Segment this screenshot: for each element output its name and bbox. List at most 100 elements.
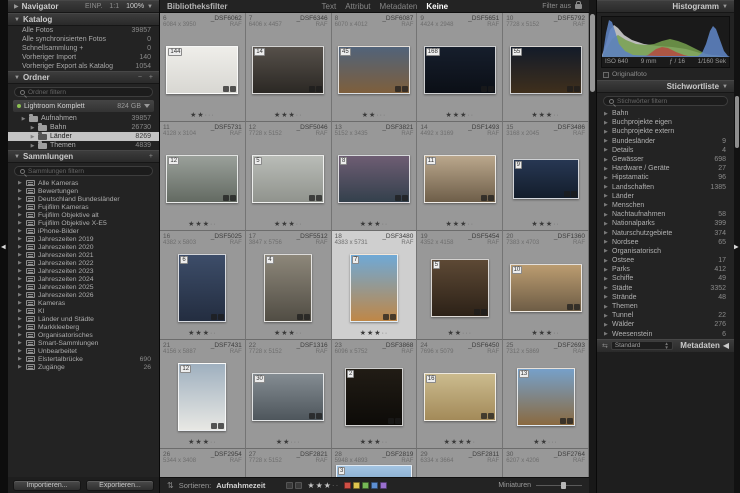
grid-cell-19[interactable]: 19 _DSF5454 4352 x 4158 RAF 5 ★★···	[417, 231, 504, 340]
grid-cell-23[interactable]: 23 _DSF3868 6096 x 5752 RAF 2 ★★★··	[331, 340, 418, 449]
collection-item[interactable]: ▶ Deutschland Bundesländer	[8, 195, 159, 203]
grid-scrollbar-thumb[interactable]	[590, 14, 595, 92]
disclosure-triangle-icon[interactable]: ▶	[18, 364, 23, 370]
disclosure-triangle-icon[interactable]: ▶	[21, 116, 26, 122]
zoom-1-1-option[interactable]: 1:1	[109, 3, 119, 10]
left-panel-collapse-strip[interactable]: ◀	[0, 0, 8, 493]
grid-cell-10[interactable]: 10 _DSF5792 7728 x 5152 RAF 55 ★★★··	[503, 13, 589, 122]
stack-count-badge[interactable]: 4	[266, 255, 274, 264]
metadaten-header[interactable]: ⇆ Standard ▲ ▼ Metadaten ◀	[597, 338, 734, 352]
collection-search-input[interactable]: Sammlungen filtern	[14, 166, 153, 176]
disclosure-triangle-icon[interactable]: ▶	[18, 252, 23, 258]
grid-cell-12[interactable]: 12 _DSF5046 7728 x 5152 RAF 5 ★★★··	[245, 122, 332, 231]
histogramm-header[interactable]: Histogramm ▼	[597, 0, 734, 13]
disclosure-triangle-icon[interactable]: ▶	[18, 332, 23, 338]
disclosure-triangle-icon[interactable]: ▶	[18, 276, 23, 282]
sort-value[interactable]: Aufnahmezeit	[216, 481, 265, 490]
catalog-item[interactable]: Schnellsammlung + 0	[8, 44, 159, 53]
disclosure-triangle-icon[interactable]: ▶	[604, 157, 609, 163]
keyword-item[interactable]: ▶ Landschaften 1385	[597, 183, 734, 192]
grid-cell-28[interactable]: 28 _DSF2819 5948 x 4893 RAF 3	[331, 449, 418, 477]
disclosure-triangle-icon[interactable]: ▶	[30, 143, 35, 149]
collection-item[interactable]: ▶ Elstertalbrücke 690	[8, 355, 159, 363]
lock-icon[interactable]	[575, 0, 582, 9]
collection-item[interactable]: ▶ Jahreszeiten 2021	[8, 251, 159, 259]
cell-star-rating[interactable]: ★★★··	[335, 437, 414, 448]
grid-cell-24[interactable]: 24 _DSF6450 7696 x 5079 RAF 16 ★★★★·	[417, 340, 504, 449]
collection-item[interactable]: ▶ Jahreszeiten 2024	[8, 275, 159, 283]
collection-item[interactable]: ▶ iPhone-Bilder	[8, 227, 159, 235]
stack-count-badge[interactable]: 30	[254, 374, 265, 383]
keyword-item[interactable]: ▶ Details 4	[597, 146, 734, 155]
photo-thumbnail[interactable]: 12	[178, 362, 227, 431]
disclosure-triangle-icon[interactable]: ▶	[18, 348, 23, 354]
grid-cell-21[interactable]: 21 _DSF7431 4156 x 5887 RAF 12 ★★★··	[160, 340, 246, 449]
grid-cell-25[interactable]: 25 _DSF2693 7312 x 5869 RAF 13 ★★···	[503, 340, 589, 449]
catalog-item[interactable]: Vorheriger Import 140	[8, 53, 159, 62]
color-label-swatch[interactable]	[344, 482, 352, 489]
stack-count-badge[interactable]: 11	[425, 156, 437, 165]
grid-cell-26[interactable]: 26 _DSF2954 5344 x 3408 RAF	[160, 449, 246, 477]
keyword-item[interactable]: ▶ Wälder 276	[597, 320, 734, 329]
keyword-item[interactable]: ▶ Ostsee 17	[597, 256, 734, 265]
disclosure-triangle-icon[interactable]: ▶	[604, 267, 609, 273]
stack-count-badge[interactable]: 3	[337, 467, 346, 475]
zoom-fit-option[interactable]: EINP.	[85, 3, 102, 10]
remove-folder-button[interactable]: −	[138, 74, 142, 81]
cell-star-rating[interactable]: ★★★··	[335, 219, 414, 230]
disclosure-triangle-icon[interactable]: ▶	[18, 300, 23, 306]
disclosure-triangle-icon[interactable]: ▶	[604, 212, 609, 218]
collection-item[interactable]: ▶ Kameras	[8, 299, 159, 307]
photo-thumbnail[interactable]: 7	[349, 253, 398, 322]
disclosure-triangle-icon[interactable]: ▶	[18, 356, 23, 362]
disclosure-triangle-icon[interactable]: ▶	[604, 138, 609, 144]
stack-count-badge[interactable]: 13	[518, 369, 530, 378]
stack-count-badge[interactable]: 9	[514, 160, 522, 169]
filter-mode-text[interactable]: Text	[322, 2, 337, 11]
cell-star-rating[interactable]: ★★★··	[506, 328, 585, 339]
disclosure-triangle-icon[interactable]: ▶	[604, 129, 609, 135]
keyword-item[interactable]: ▶ Strände 48	[597, 293, 734, 302]
stack-count-badge[interactable]: 2	[346, 369, 355, 378]
folder-item-bahn[interactable]: ▶ Bahn 26730	[8, 122, 159, 132]
folder-search-input[interactable]: Ordner filtern	[14, 87, 153, 97]
stack-count-badge[interactable]: 16	[425, 374, 437, 383]
keyword-item[interactable]: ▶ Hardware / Geräte 27	[597, 164, 734, 173]
collection-item[interactable]: ▶ Fujifilm Kameras	[8, 203, 159, 211]
collection-item[interactable]: ▶ Fujifilm Objektive X-E5	[8, 219, 159, 227]
disclosure-triangle-icon[interactable]: ▶	[604, 285, 609, 291]
disclosure-triangle-icon[interactable]: ▶	[18, 308, 23, 314]
filter-mode-metadaten[interactable]: Metadaten	[380, 2, 418, 11]
grid-scrollbar[interactable]	[589, 0, 596, 493]
stack-count-badge[interactable]: 45	[339, 47, 351, 56]
disclosure-triangle-icon[interactable]: ▶	[18, 180, 23, 186]
disclosure-triangle-icon[interactable]: ▶	[18, 284, 23, 290]
grid-cell-13[interactable]: 13 _DSF3821 5152 x 3435 RAF 8 ★★★··	[331, 122, 418, 231]
grid-cell-29[interactable]: 29 _DSF2811 6334 x 3664 RAF	[417, 449, 504, 477]
collection-item[interactable]: ▶ Alle Kameras	[8, 179, 159, 187]
keyword-item[interactable]: ▶ Themen	[597, 302, 734, 311]
stack-count-badge[interactable]: 6	[180, 255, 188, 264]
folder-item-aufnahmen[interactable]: ▶ Aufnahmen 39857	[8, 113, 159, 123]
collection-item[interactable]: ▶ Länder und Städte	[8, 315, 159, 323]
keyword-search-input[interactable]: Stichwörter filtern	[603, 96, 728, 106]
photo-thumbnail[interactable]: 5	[252, 154, 325, 203]
collection-item[interactable]: ▶ Bewertungen	[8, 187, 159, 195]
grid-cell-11[interactable]: 11 _DSF5731 4128 x 3104 RAF 12 ★★★··	[160, 122, 246, 231]
collection-item[interactable]: ▶ Jahreszeiten 2023	[8, 267, 159, 275]
photo-thumbnail[interactable]: 168	[423, 45, 496, 94]
disclosure-triangle-icon[interactable]: ▶	[604, 184, 609, 190]
disclosure-triangle-icon[interactable]: ▶	[604, 111, 609, 117]
disclosure-triangle-icon[interactable]: ▶	[604, 147, 609, 153]
photo-thumbnail[interactable]: 2	[344, 367, 403, 426]
disclosure-triangle-icon[interactable]: ▶	[18, 196, 23, 202]
photo-thumbnail[interactable]: 144	[166, 45, 239, 94]
collection-item[interactable]: ▶ Jahreszeiten 2025	[8, 283, 159, 291]
photo-thumbnail[interactable]: 16	[423, 372, 496, 421]
add-collection-button[interactable]: +	[149, 153, 153, 160]
cell-star-rating[interactable]: ★★···	[420, 328, 499, 339]
cell-star-rating[interactable]: ★★★··	[249, 110, 328, 121]
catalog-item[interactable]: Vorheriger Export als Katalog 1054	[8, 62, 159, 71]
cell-star-rating[interactable]: ★★···	[335, 110, 414, 121]
disclosure-triangle-icon[interactable]: ▶	[604, 331, 609, 337]
